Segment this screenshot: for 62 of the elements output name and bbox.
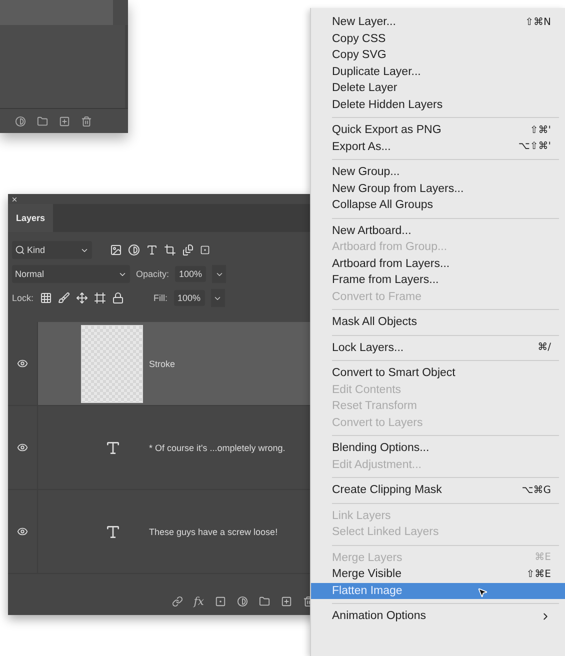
menu-item[interactable]: Copy SVG	[311, 47, 565, 64]
eye-icon[interactable]	[17, 358, 28, 369]
shortcut-text: ⌥⌘G	[522, 484, 551, 496]
opacity-label: Opacity:	[136, 269, 170, 279]
menu-item[interactable]: Export As... ⌥⇧⌘'	[311, 138, 565, 155]
type-filter-icon[interactable]	[146, 244, 158, 256]
shortcut-text: ⇧⌘E	[526, 568, 551, 580]
menu-item[interactable]: Quick Export as PNG ⇧⌘'	[311, 122, 565, 138]
search-icon	[15, 245, 25, 255]
brush-icon[interactable]	[58, 292, 70, 304]
lock-pixels-icon[interactable]	[40, 292, 52, 304]
shortcut-text: ⇧⌘'	[530, 124, 551, 136]
panel-tab[interactable]: Layers	[8, 204, 54, 232]
menu-item[interactable]: Copy CSS	[311, 30, 565, 47]
shape-filter-icon[interactable]	[164, 244, 176, 256]
menu-item[interactable]: Frame from Layers...	[311, 272, 565, 288]
adjustment-icon[interactable]	[237, 596, 248, 606]
filter-dropdown[interactable]: Kind	[12, 241, 92, 259]
smart-object-filter-icon[interactable]	[182, 244, 194, 256]
shortcut-text: ⌘E	[534, 552, 551, 564]
eye-icon[interactable]	[17, 526, 28, 537]
menu-item[interactable]: New Artboard...	[311, 222, 565, 239]
menu-item[interactable]: New Group from Layers...	[311, 180, 565, 197]
text-layer-icon	[105, 524, 121, 540]
blend-mode-dropdown[interactable]: Normal	[12, 265, 130, 283]
opacity-field[interactable]: 100%	[175, 266, 206, 282]
mask-icon[interactable]	[215, 596, 226, 606]
artboard-icon[interactable]	[94, 292, 106, 304]
fill-field[interactable]: 100%	[174, 290, 205, 306]
new-layer-icon[interactable]	[281, 596, 292, 606]
effects-button[interactable]: fx	[194, 594, 204, 608]
layer-name: * Of course it's ...ompletely wrong.	[149, 442, 286, 452]
menu-item[interactable]: Delete Layer	[311, 80, 565, 96]
adjustment-filter-icon[interactable]	[128, 244, 140, 256]
menu-item[interactable]: Duplicate Layer...	[311, 64, 565, 80]
link-icon[interactable]	[172, 596, 183, 606]
image-filter-icon[interactable]	[110, 244, 122, 256]
move-icon[interactable]	[76, 292, 88, 304]
adjustment-icon[interactable]	[15, 116, 26, 126]
menu-item[interactable]: Artboard from Layers...	[311, 256, 565, 272]
shortcut-text: ⇧⌘N	[525, 16, 551, 28]
eye-icon[interactable]	[17, 442, 28, 453]
lock-label: Lock:	[12, 293, 34, 303]
trash-icon[interactable]	[81, 116, 92, 126]
new-layer-icon[interactable]	[59, 116, 70, 126]
shortcut-text: ⌘/	[538, 342, 551, 354]
toggle-icon[interactable]	[200, 245, 210, 255]
layer-name: Stroke	[149, 358, 176, 368]
shortcut-text: ⌥⇧⌘'	[518, 141, 551, 152]
fill-label: Fill:	[154, 293, 168, 303]
menu-item[interactable]: Collapse All Groups	[311, 197, 565, 214]
folder-icon[interactable]	[259, 596, 270, 606]
mouse-cursor-icon	[477, 586, 488, 598]
menu-item[interactable]: Animation Options	[311, 608, 565, 624]
lock-icon[interactable]	[112, 292, 124, 304]
close-icon[interactable]	[11, 196, 18, 202]
text-layer-icon	[105, 440, 121, 456]
menu-item[interactable]: New Layer... ⇧⌘N	[311, 14, 565, 30]
menu-item[interactable]: New Group...	[311, 164, 565, 180]
folder-icon[interactable]	[37, 116, 48, 126]
menu-item[interactable]: Delete Hidden Layers	[311, 96, 565, 113]
layer-name: These guys have a screw loose!	[149, 526, 278, 536]
